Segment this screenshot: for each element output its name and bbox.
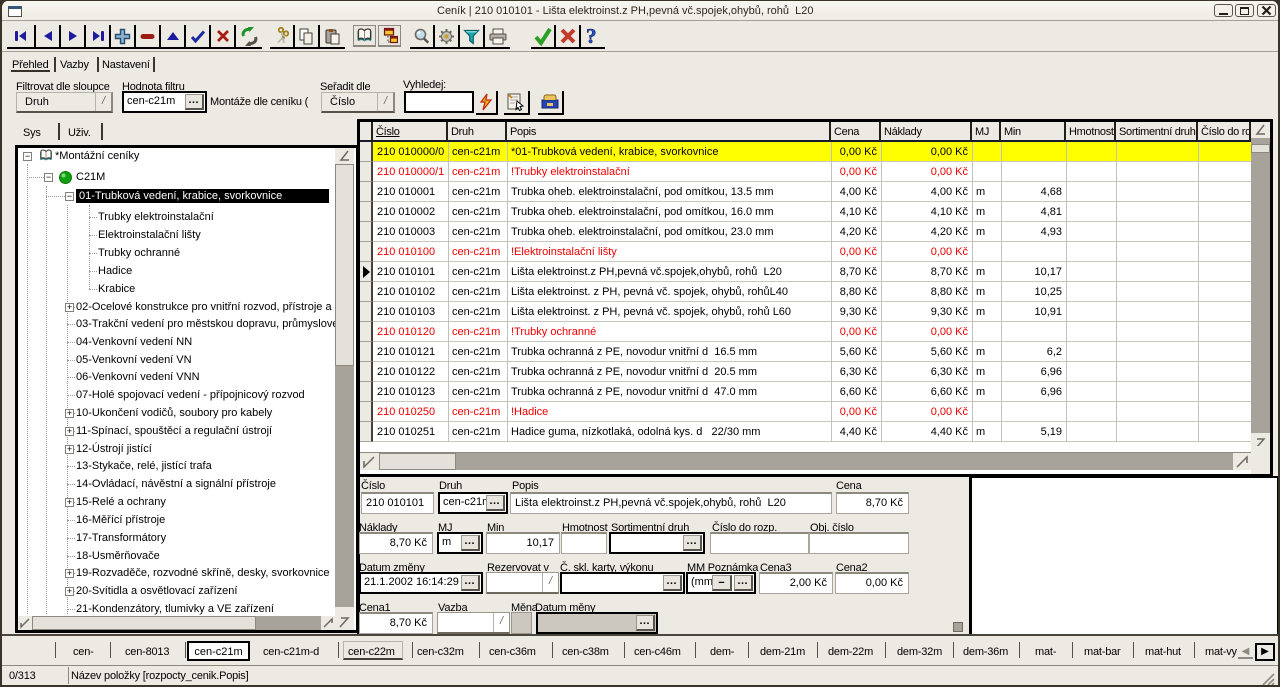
svg-text:?: ? <box>586 26 597 46</box>
